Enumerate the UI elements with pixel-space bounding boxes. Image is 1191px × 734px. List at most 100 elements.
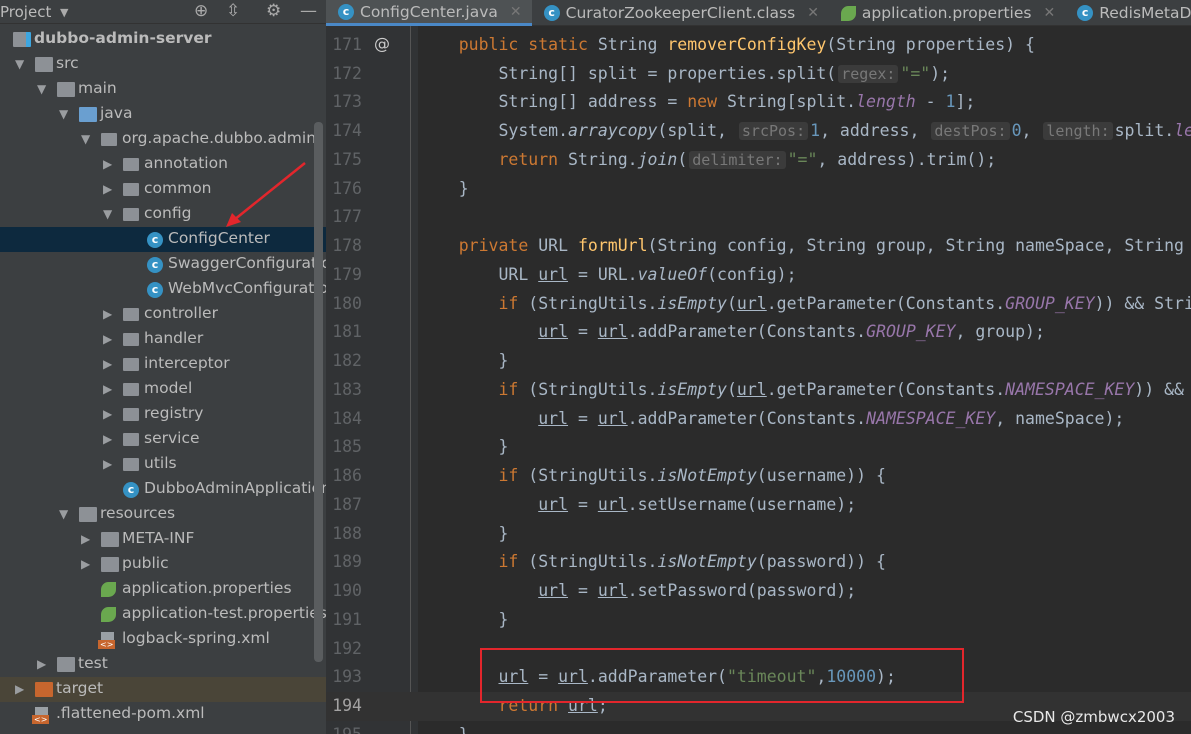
tab-application-properties[interactable]: application.properties ✕ bbox=[829, 0, 1065, 26]
line-number[interactable]: 173 bbox=[326, 88, 362, 117]
code-line[interactable]: 183 if (StringUtils.isEmpty(url.getParam… bbox=[326, 376, 1191, 405]
code-token: (StringUtils. bbox=[528, 379, 658, 399]
code-token: (password)) { bbox=[756, 552, 886, 572]
code-text: url = url.addParameter(Constants.NAMESPA… bbox=[419, 405, 1124, 434]
code-token: join bbox=[637, 149, 678, 169]
line-number[interactable]: 181 bbox=[326, 318, 362, 347]
code-line[interactable]: 177 bbox=[326, 203, 1191, 232]
code-line[interactable]: 187 url = url.setUsername(username); bbox=[326, 491, 1191, 520]
code-token: ( bbox=[677, 149, 688, 169]
tab-redismetadatacol[interactable]: c RedisMetaDataCol bbox=[1065, 0, 1191, 26]
line-number[interactable]: 188 bbox=[326, 520, 362, 549]
tab-label: CuratorZookeeperClient.class bbox=[565, 4, 796, 22]
code-token: = bbox=[568, 322, 598, 342]
code-text: return String.join(delimiter: "=", addres… bbox=[419, 146, 996, 175]
close-icon[interactable]: ✕ bbox=[807, 5, 819, 21]
class-icon: c bbox=[338, 3, 354, 20]
line-number[interactable]: 189 bbox=[326, 548, 362, 577]
line-number[interactable]: 186 bbox=[326, 462, 362, 491]
line-number[interactable]: 171 bbox=[326, 31, 362, 60]
code-token: - bbox=[915, 92, 946, 112]
code-token: } bbox=[419, 178, 469, 198]
code-token: )) && StringUtils. bbox=[1094, 293, 1191, 313]
code-token: "=" bbox=[900, 63, 931, 83]
code-line[interactable]: 185 } bbox=[326, 433, 1191, 462]
class-icon: c bbox=[1077, 5, 1094, 21]
line-number[interactable]: 185 bbox=[326, 433, 362, 462]
line-number[interactable]: 187 bbox=[326, 491, 362, 520]
line-number[interactable]: 184 bbox=[326, 405, 362, 434]
code-token: url bbox=[538, 408, 569, 428]
code-line[interactable]: 178 private URL formUrl(String config, S… bbox=[326, 232, 1191, 261]
line-number[interactable]: 193 bbox=[326, 663, 362, 692]
code-token: , address, bbox=[820, 121, 930, 141]
code-line[interactable]: 181 url = url.addParameter(Constants.GRO… bbox=[326, 318, 1191, 347]
code-line[interactable]: 173 String[] address = new String[split.… bbox=[326, 88, 1191, 117]
red-arrow-annotation bbox=[226, 162, 306, 227]
code-line[interactable]: 191 } bbox=[326, 606, 1191, 635]
close-icon[interactable]: ✕ bbox=[1043, 5, 1055, 21]
code-line[interactable]: 180 if (StringUtils.isEmpty(url.getParam… bbox=[326, 290, 1191, 319]
code-token: url bbox=[538, 581, 569, 601]
code-token: = bbox=[568, 408, 598, 428]
code-token: isNotEmpty bbox=[657, 466, 757, 486]
code-line[interactable]: 186 if (StringUtils.isNotEmpty(username)… bbox=[326, 462, 1191, 491]
line-number[interactable]: 194 bbox=[326, 692, 362, 721]
code-line[interactable]: 172 String[] split = properties.split(re… bbox=[326, 60, 1191, 89]
line-number[interactable]: 190 bbox=[326, 577, 362, 606]
code-token: = bbox=[568, 581, 598, 601]
code-token: String[] split = properties.split( bbox=[419, 63, 837, 83]
code-line[interactable]: 171 public static String removerConfigKe… bbox=[326, 31, 1191, 60]
code-text: String[] address = new String[split.leng… bbox=[419, 88, 975, 117]
code-token: } bbox=[419, 437, 509, 457]
code-line[interactable]: 175 return String.join(delimiter: "=", ad… bbox=[326, 146, 1191, 175]
parameter-hint: length: bbox=[1043, 122, 1113, 141]
tab-configcenter-java[interactable]: c ConfigCenter.java ✕ bbox=[326, 0, 532, 26]
code-line[interactable]: 188 } bbox=[326, 520, 1191, 549]
code-editor[interactable]: 171 public static String removerConfigKe… bbox=[326, 26, 1191, 734]
code-line[interactable]: 179 URL url = URL.valueOf(config); bbox=[326, 261, 1191, 290]
close-icon[interactable]: ✕ bbox=[510, 4, 522, 20]
line-number[interactable]: 183 bbox=[326, 376, 362, 405]
line-number[interactable]: 180 bbox=[326, 290, 362, 319]
line-number[interactable]: 177 bbox=[326, 203, 362, 232]
code-token: , bbox=[1021, 121, 1042, 141]
code-line[interactable]: 176 } bbox=[326, 175, 1191, 204]
code-line[interactable]: 182 } bbox=[326, 347, 1191, 376]
line-number[interactable]: 172 bbox=[326, 60, 362, 89]
code-line[interactable]: 190 url = url.setPassword(password); bbox=[326, 577, 1191, 606]
code-token: } bbox=[419, 725, 469, 734]
code-token: .setPassword(password); bbox=[627, 581, 857, 601]
line-number[interactable]: 179 bbox=[326, 261, 362, 290]
code-token: URL bbox=[538, 236, 578, 256]
code-text: url = url.setUsername(username); bbox=[419, 491, 856, 520]
tab-label: RedisMetaDataCol bbox=[1099, 4, 1191, 22]
code-line[interactable]: 189 if (StringUtils.isNotEmpty(password)… bbox=[326, 548, 1191, 577]
line-number[interactable]: 182 bbox=[326, 347, 362, 376]
code-token: = bbox=[568, 494, 598, 514]
code-token: removerConfigKey bbox=[667, 35, 827, 54]
tab-curatorzookeeperclient-class[interactable]: c CuratorZookeeperClient.class ✕ bbox=[532, 0, 829, 26]
code-token: formUrl bbox=[577, 236, 648, 256]
code-token: url bbox=[597, 581, 628, 601]
line-number[interactable]: 178 bbox=[326, 232, 362, 261]
code-line[interactable]: 174 System.arraycopy(split, srcPos: 1, ad… bbox=[326, 117, 1191, 146]
code-token: if bbox=[498, 293, 529, 313]
line-number[interactable]: 174 bbox=[326, 117, 362, 146]
line-number[interactable]: 176 bbox=[326, 175, 362, 204]
line-number[interactable]: 191 bbox=[326, 606, 362, 635]
code-token: (String config, String group, String nam… bbox=[647, 236, 1184, 256]
line-number[interactable]: 192 bbox=[326, 635, 362, 664]
code-line[interactable]: 184 url = url.addParameter(Constants.NAM… bbox=[326, 405, 1191, 434]
code-token: .addParameter(Constants. bbox=[627, 408, 867, 428]
override-marker-icon[interactable]: @ bbox=[374, 34, 390, 53]
line-number[interactable]: 175 bbox=[326, 146, 362, 175]
tab-label: ConfigCenter.java bbox=[360, 2, 498, 21]
code-token: } bbox=[419, 609, 509, 629]
code-token: (config); bbox=[707, 264, 797, 284]
line-number[interactable]: 195 bbox=[326, 721, 362, 734]
highlight-box-annotation bbox=[480, 648, 964, 703]
